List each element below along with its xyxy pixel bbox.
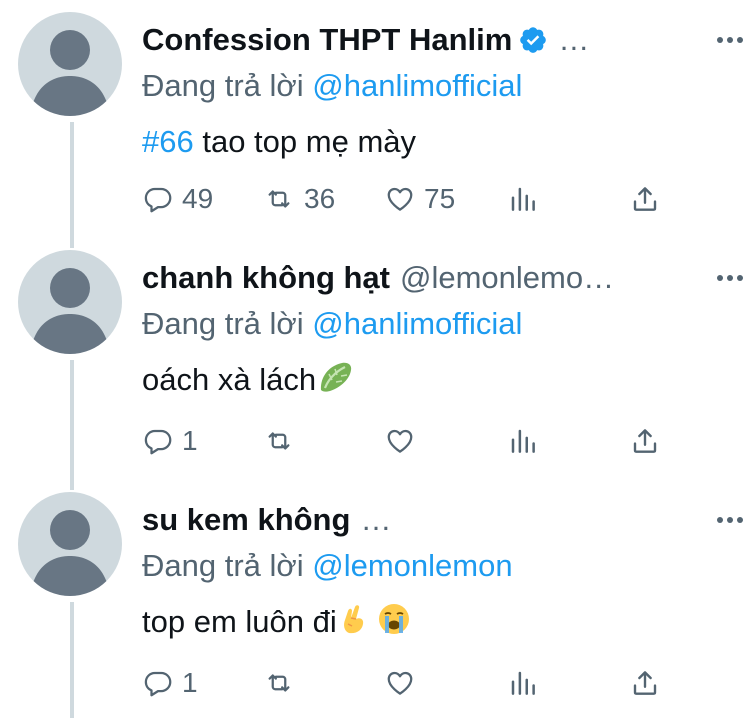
- avatar[interactable]: [18, 250, 122, 354]
- reply-prefix: Đang trả lời: [142, 548, 304, 583]
- tweet-text-body: oách xà lách: [142, 362, 317, 397]
- author-name[interactable]: su kem không: [142, 502, 350, 538]
- retweet-icon: [268, 674, 290, 692]
- like-count: 75: [424, 183, 456, 214]
- more-options-button[interactable]: [712, 266, 748, 290]
- replying-to: Đang trả lời @hanlimofficial: [142, 66, 730, 106]
- more-icon: [717, 37, 723, 43]
- reply-mention-link[interactable]: @hanlimofficial: [312, 306, 522, 341]
- share-icon: [633, 671, 657, 695]
- retweet-button[interactable]: [262, 426, 304, 456]
- more-icon-dot: [727, 275, 733, 281]
- more-options-button[interactable]: [712, 508, 748, 532]
- author-handle[interactable]: …: [360, 502, 391, 538]
- default-avatar-icon: [30, 30, 110, 116]
- verified-badge-icon: [518, 25, 548, 55]
- reply-count: 49: [182, 183, 214, 214]
- share-button[interactable]: [630, 668, 660, 698]
- retweet-count: 36: [304, 183, 336, 214]
- replying-to: Đang trả lời @hanlimofficial: [142, 304, 730, 344]
- reply-button[interactable]: 49: [142, 184, 213, 214]
- author-handle[interactable]: @lemonlemo…: [400, 260, 614, 296]
- heart-icon: [387, 429, 413, 453]
- retweet-button[interactable]: [262, 668, 304, 698]
- like-button[interactable]: [384, 668, 424, 698]
- tweet-header: Confession THPT Hanlim …: [142, 22, 730, 58]
- reply-icon: [144, 429, 172, 455]
- more-icon: [717, 275, 723, 281]
- retweet-icon: [268, 432, 290, 450]
- more-icon-dot: [737, 517, 743, 523]
- analytics-button[interactable]: [508, 668, 538, 698]
- replying-to: Đang trả lời @lemonlemon: [142, 546, 730, 586]
- analytics-button[interactable]: [508, 184, 538, 214]
- tweet-text-body: top em luôn đi: [142, 604, 337, 639]
- more-icon-dot: [727, 517, 733, 523]
- tweet-text: oách xà lách: [142, 360, 730, 404]
- retweet-button[interactable]: 36: [262, 184, 335, 214]
- crossed-fingers-emoji-icon: [339, 602, 369, 646]
- tweet-text: #66 tao top mẹ mày: [142, 122, 730, 162]
- share-button[interactable]: [630, 426, 660, 456]
- avatar[interactable]: [18, 12, 122, 116]
- author-name[interactable]: chanh không hạt: [142, 260, 390, 296]
- analytics-icon: [511, 429, 535, 453]
- tweet-text-body: tao top mẹ mày: [193, 124, 417, 159]
- loudly-crying-face-emoji-icon: [377, 602, 411, 646]
- share-icon: [633, 429, 657, 453]
- share-icon: [633, 187, 657, 211]
- reply-icon: [144, 671, 172, 697]
- retweet-icon: [268, 190, 290, 208]
- analytics-icon: [511, 187, 535, 211]
- analytics-icon: [511, 671, 535, 695]
- reply-button[interactable]: 1: [142, 426, 198, 456]
- like-button[interactable]: [384, 426, 424, 456]
- more-icon-dot: [727, 37, 733, 43]
- heart-icon: [387, 671, 413, 695]
- more-icon: [717, 517, 723, 523]
- tweet[interactable]: chanh không hạt @lemonlemo… Đang trả lời…: [0, 238, 750, 480]
- tweet[interactable]: Confession THPT Hanlim … Đang trả lời @h…: [0, 0, 750, 246]
- reply-prefix: Đang trả lời: [142, 68, 304, 103]
- hashtag-link[interactable]: #66: [142, 124, 194, 159]
- heart-icon: [387, 187, 413, 211]
- analytics-button[interactable]: [508, 426, 538, 456]
- reply-count: 1: [182, 425, 198, 456]
- reply-button[interactable]: 1: [142, 668, 198, 698]
- default-avatar-icon: [30, 510, 110, 596]
- tweet-header: su kem không …: [142, 502, 730, 538]
- reply-prefix: Đang trả lời: [142, 306, 304, 341]
- tweet-text: top em luôn đi: [142, 602, 730, 646]
- lettuce-emoji-icon: [318, 360, 354, 404]
- author-handle[interactable]: …: [558, 22, 589, 58]
- reply-count: 1: [182, 667, 198, 698]
- more-options-button[interactable]: [712, 28, 748, 52]
- more-icon-dot: [737, 37, 743, 43]
- tweet-header: chanh không hạt @lemonlemo…: [142, 260, 730, 296]
- like-button[interactable]: 75: [384, 184, 455, 214]
- more-icon-dot: [737, 275, 743, 281]
- reply-icon: [144, 187, 172, 213]
- share-button[interactable]: [630, 184, 660, 214]
- reply-mention-link[interactable]: @lemonlemon: [312, 548, 512, 583]
- avatar[interactable]: [18, 492, 122, 596]
- default-avatar-icon: [30, 268, 110, 354]
- reply-mention-link[interactable]: @hanlimofficial: [312, 68, 522, 103]
- author-name[interactable]: Confession THPT Hanlim: [142, 22, 512, 58]
- tweet[interactable]: su kem không … Đang trả lời @lemonlemon …: [0, 480, 750, 718]
